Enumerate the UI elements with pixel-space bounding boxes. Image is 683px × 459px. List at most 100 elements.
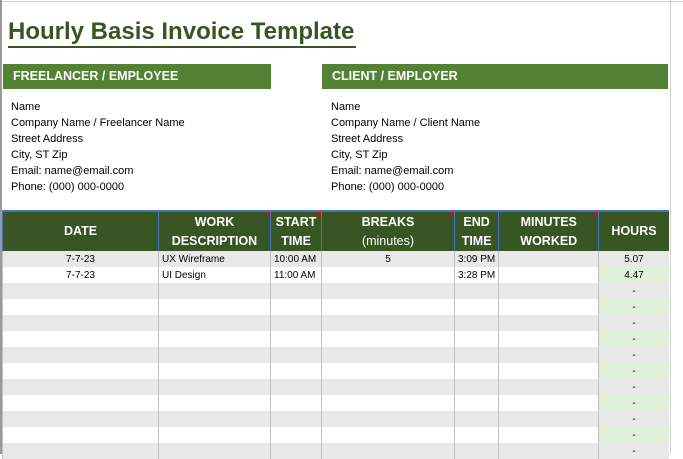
cell-end-time[interactable] — [453, 395, 499, 411]
cell-start-time[interactable]: 11:00 AM — [270, 267, 322, 283]
column-header-date[interactable]: DATE — [2, 210, 159, 251]
cell-start-time[interactable] — [270, 443, 322, 459]
cell-work-description[interactable] — [158, 299, 271, 315]
client-email[interactable]: Email: name@email.com — [331, 163, 480, 179]
cell-start-time[interactable] — [270, 299, 322, 315]
cell-breaks[interactable] — [321, 363, 455, 379]
comment-indicator-icon[interactable] — [593, 212, 599, 217]
cell-hours[interactable]: - — [598, 347, 669, 363]
cell-hours[interactable]: - — [598, 363, 669, 379]
cell-end-time[interactable]: 3:09 PM — [453, 251, 499, 267]
cell-end-time[interactable] — [453, 363, 499, 379]
cell-minutes-worked[interactable] — [498, 347, 599, 363]
cell-start-time[interactable] — [270, 363, 322, 379]
cell-minutes-worked[interactable] — [498, 251, 599, 267]
cell-date[interactable] — [2, 427, 159, 443]
cell-breaks[interactable] — [321, 347, 455, 363]
cell-hours[interactable]: - — [598, 395, 669, 411]
cell-work-description[interactable]: UI Design — [158, 267, 271, 283]
page-title[interactable]: Hourly Basis Invoice Template — [8, 18, 357, 48]
cell-minutes-worked[interactable] — [498, 427, 599, 443]
cell-start-time[interactable] — [270, 379, 322, 395]
freelancer-heading[interactable]: FREELANCER / EMPLOYEE — [3, 64, 271, 89]
cell-hours[interactable]: - — [598, 443, 669, 459]
column-header-start-time[interactable]: START TIME — [270, 210, 322, 251]
cell-minutes-worked[interactable] — [498, 443, 599, 459]
cell-date[interactable] — [2, 411, 159, 427]
cell-minutes-worked[interactable] — [498, 411, 599, 427]
comment-indicator-icon[interactable] — [265, 212, 270, 217]
cell-work-description[interactable] — [158, 443, 271, 459]
cell-hours[interactable]: - — [598, 411, 669, 427]
cell-breaks[interactable] — [321, 411, 455, 427]
cell-hours[interactable]: - — [598, 283, 669, 299]
cell-start-time[interactable] — [270, 283, 322, 299]
cell-start-time[interactable] — [270, 395, 322, 411]
cell-minutes-worked[interactable] — [498, 379, 599, 395]
cell-end-time[interactable] — [453, 315, 499, 331]
cell-work-description[interactable] — [158, 363, 271, 379]
cell-work-description[interactable] — [158, 283, 271, 299]
client-heading[interactable]: CLIENT / EMPLOYER — [322, 64, 668, 89]
freelancer-name[interactable]: Name — [11, 99, 185, 115]
cell-end-time[interactable]: 3:28 PM — [453, 267, 499, 283]
comment-indicator-icon[interactable] — [316, 212, 321, 217]
cell-work-description[interactable] — [158, 347, 271, 363]
cell-minutes-worked[interactable] — [498, 315, 599, 331]
client-city[interactable]: City, ST Zip — [331, 147, 480, 163]
client-street[interactable]: Street Address — [331, 131, 480, 147]
cell-breaks[interactable] — [321, 379, 455, 395]
cell-end-time[interactable] — [453, 427, 499, 443]
comment-indicator-icon[interactable] — [449, 212, 454, 217]
cell-breaks[interactable] — [321, 331, 455, 347]
cell-breaks[interactable]: 5 — [321, 251, 455, 267]
cell-date[interactable] — [2, 331, 159, 347]
cell-minutes-worked[interactable] — [498, 331, 599, 347]
cell-hours[interactable]: 4.47 — [598, 267, 669, 283]
cell-breaks[interactable] — [321, 299, 455, 315]
cell-date[interactable] — [2, 363, 159, 379]
cell-start-time[interactable] — [270, 315, 322, 331]
cell-work-description[interactable] — [158, 395, 271, 411]
cell-breaks[interactable] — [321, 395, 455, 411]
cell-work-description[interactable] — [158, 379, 271, 395]
freelancer-email[interactable]: Email: name@email.com — [11, 163, 185, 179]
cell-work-description[interactable] — [158, 411, 271, 427]
client-company[interactable]: Company Name / Client Name — [331, 115, 480, 131]
cell-work-description[interactable] — [158, 315, 271, 331]
client-name[interactable]: Name — [331, 99, 480, 115]
cell-minutes-worked[interactable] — [498, 363, 599, 379]
cell-end-time[interactable] — [453, 283, 499, 299]
cell-end-time[interactable] — [453, 331, 499, 347]
cell-date[interactable] — [2, 443, 159, 459]
freelancer-city[interactable]: City, ST Zip — [11, 147, 185, 163]
cell-breaks[interactable] — [321, 427, 455, 443]
client-phone[interactable]: Phone: (000) 000-0000 — [331, 179, 480, 195]
cell-breaks[interactable] — [321, 315, 455, 331]
cell-end-time[interactable] — [453, 299, 499, 315]
cell-end-time[interactable] — [453, 347, 499, 363]
cell-work-description[interactable] — [158, 331, 271, 347]
cell-hours[interactable]: - — [598, 299, 669, 315]
cell-end-time[interactable] — [453, 443, 499, 459]
cell-start-time[interactable]: 10:00 AM — [270, 251, 322, 267]
cell-date[interactable] — [2, 315, 159, 331]
cell-start-time[interactable] — [270, 347, 322, 363]
column-header-hours[interactable]: HOURS — [598, 210, 669, 251]
column-header-breaks[interactable]: BREAKS (minutes) — [321, 210, 455, 251]
cell-start-time[interactable] — [270, 331, 322, 347]
column-header-end-time[interactable]: END TIME — [453, 210, 499, 251]
cell-date[interactable]: 7-7-23 — [2, 267, 159, 283]
cell-date[interactable] — [2, 299, 159, 315]
cell-hours[interactable]: 5.07 — [598, 251, 669, 267]
column-header-minutes-worked[interactable]: MINUTES WORKED — [498, 210, 599, 251]
cell-work-description[interactable] — [158, 427, 271, 443]
cell-start-time[interactable] — [270, 411, 322, 427]
cell-minutes-worked[interactable] — [498, 395, 599, 411]
cell-hours[interactable]: - — [598, 379, 669, 395]
cell-date[interactable] — [2, 395, 159, 411]
cell-minutes-worked[interactable] — [498, 283, 599, 299]
cell-breaks[interactable] — [321, 283, 455, 299]
cell-breaks[interactable] — [321, 443, 455, 459]
cell-hours[interactable]: - — [598, 315, 669, 331]
